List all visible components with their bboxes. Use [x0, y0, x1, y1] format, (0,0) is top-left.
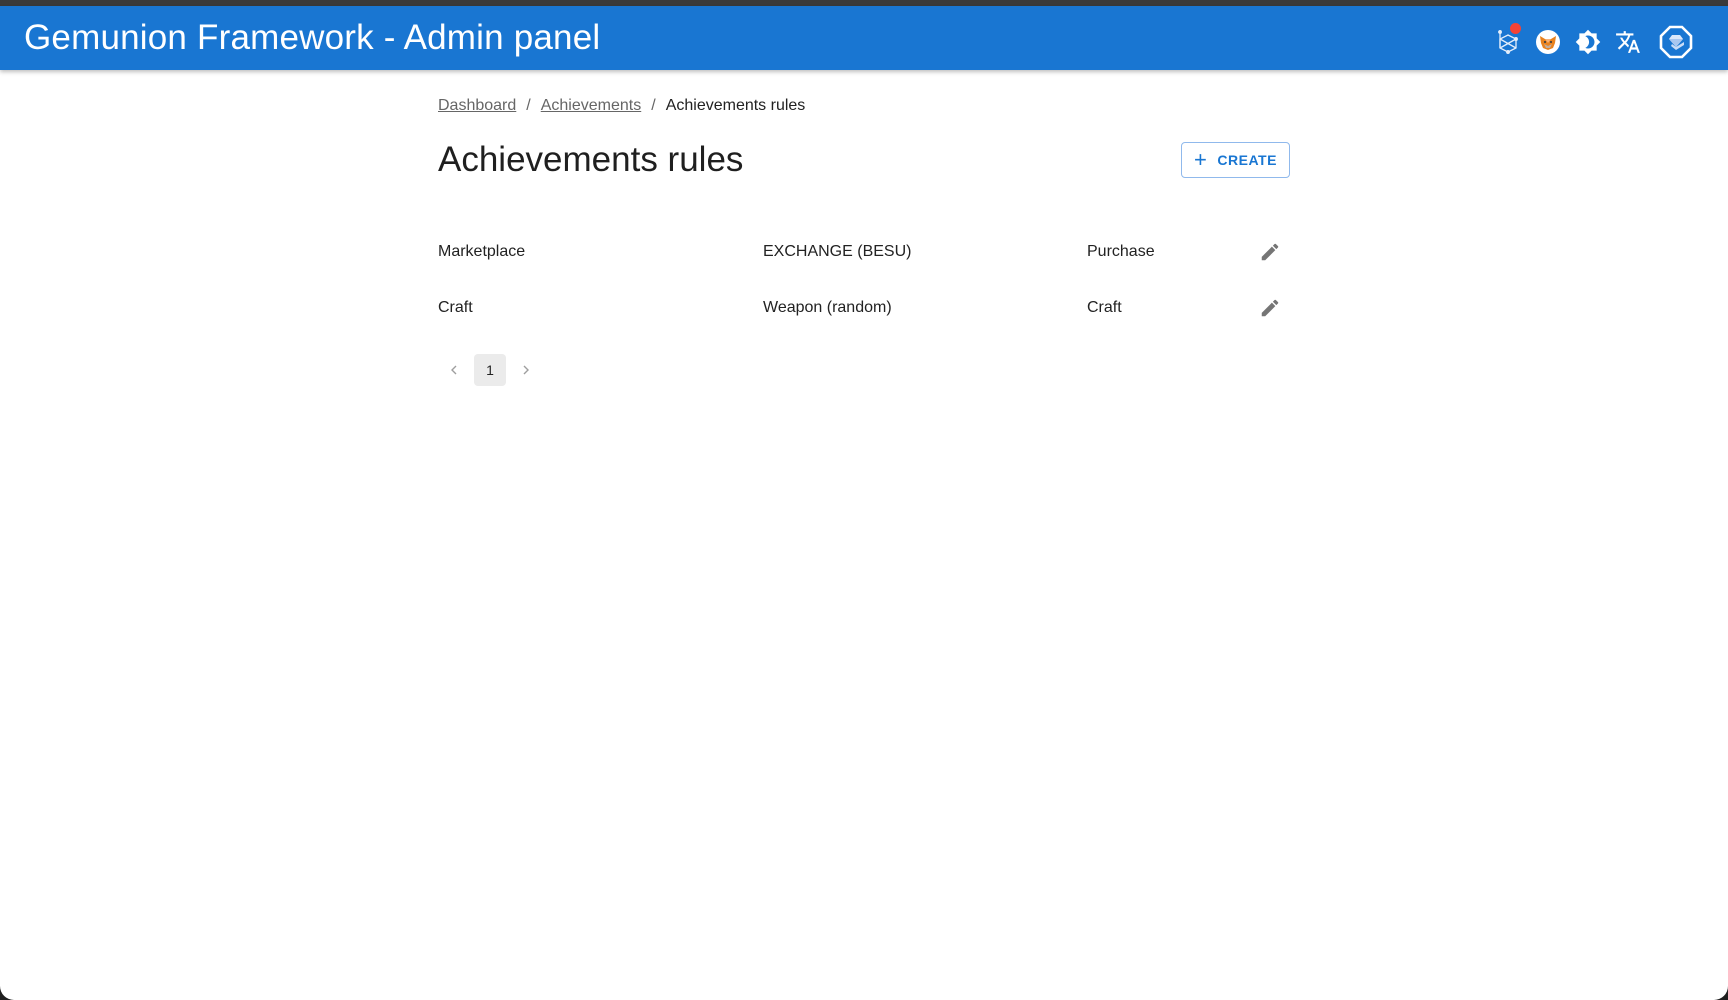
account-octagon-icon [1659, 25, 1693, 59]
metamask-button[interactable] [1530, 24, 1566, 60]
breadcrumb-dashboard[interactable]: Dashboard [438, 97, 516, 114]
page-button-current[interactable]: 1 [474, 354, 506, 386]
network-button[interactable] [1490, 23, 1526, 60]
list-item: Craft Weapon (random) Craft [438, 280, 1290, 336]
translate-icon [1616, 31, 1640, 53]
edit-pencil-icon [1261, 243, 1279, 261]
rule-type: Purchase [1087, 243, 1155, 260]
app-bar: Gemunion Framework - Admin panel [0, 6, 1728, 70]
rules-list: Marketplace EXCHANGE (BESU) Purchase Cra… [438, 224, 1290, 336]
language-button[interactable] [1610, 24, 1646, 60]
edit-pencil-icon [1261, 299, 1279, 317]
edit-button[interactable] [1254, 236, 1286, 268]
app-title: Gemunion Framework - Admin panel [24, 18, 601, 57]
rule-item: EXCHANGE (BESU) [763, 243, 912, 260]
previous-page-button[interactable] [438, 354, 470, 386]
plus-icon: + [1194, 147, 1208, 172]
rule-name: Craft [438, 299, 473, 316]
breadcrumb-separator: / [526, 97, 531, 114]
breadcrumb-achievements[interactable]: Achievements [541, 97, 642, 114]
breadcrumb: Dashboard / Achievements / Achievements rule… [438, 96, 805, 116]
list-item: Marketplace EXCHANGE (BESU) Purchase [438, 224, 1290, 280]
edit-button[interactable] [1254, 292, 1286, 324]
next-page-button[interactable] [510, 354, 542, 386]
chevron-left-icon [451, 365, 457, 375]
breadcrumb-current: Achievements rules [665, 97, 806, 114]
page-title: Achievements rules [438, 140, 744, 179]
theme-toggle-button[interactable] [1570, 24, 1606, 60]
browser-frame: Gemunion Framework - Admin panel Dashboa… [0, 0, 1728, 1000]
notification-badge [1510, 23, 1521, 34]
brightness-icon [1575, 29, 1601, 55]
rule-item: Weapon (random) [763, 299, 892, 316]
metamask-icon [1536, 30, 1560, 54]
rule-name: Marketplace [438, 243, 526, 260]
create-button-label: CREATE [1217, 152, 1277, 168]
chevron-right-icon [523, 365, 529, 375]
rule-type: Craft [1087, 299, 1122, 316]
create-button[interactable]: + CREATE [1181, 142, 1290, 178]
account-button[interactable] [1656, 22, 1696, 62]
breadcrumb-separator: / [651, 97, 656, 114]
pagination: 1 [438, 354, 542, 386]
